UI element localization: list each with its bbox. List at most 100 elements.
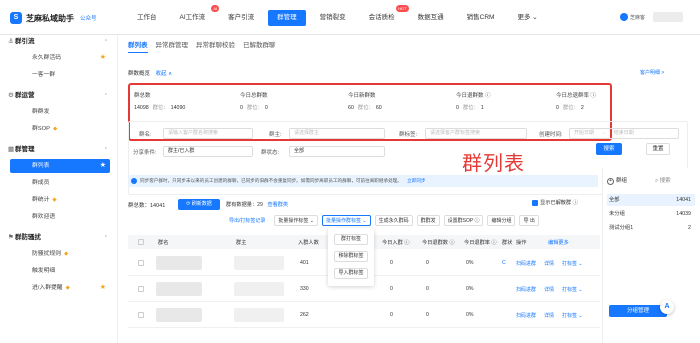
sidebar-group[interactable]: ⚓群引流 ⌃ [0, 35, 118, 49]
row-action-link[interactable]: 打标签 ⌄ [562, 312, 583, 319]
tab[interactable]: 已解散群聊 [243, 39, 276, 53]
row-action-link[interactable]: 详情 [544, 260, 554, 267]
row-action-link[interactable]: 扫码进群 [516, 260, 536, 267]
toolbar-button[interactable]: 批量操作群标签 ⌄ [321, 215, 371, 226]
nav-item[interactable]: 销售CRM [458, 10, 504, 26]
group-list-item[interactable]: 未分组 14039 [607, 208, 695, 220]
dropdown-option[interactable]: 移除群标签 [334, 251, 368, 262]
sidebar-item[interactable]: 群成员 [0, 176, 118, 190]
row-action-link[interactable]: 打标签 ⌄ [562, 286, 583, 293]
sidebar-item[interactable]: 群列表 ★ [10, 159, 110, 173]
group-name-blurred [156, 308, 202, 322]
refresh-data-button[interactable]: ⟳ 刷新数据 [178, 199, 220, 210]
nav-item-label: 数据互通 [417, 14, 444, 21]
row-checkbox[interactable] [138, 312, 144, 318]
group-list-item[interactable]: 全部 14041 [607, 194, 695, 206]
brand-logo[interactable]: S 芝麻私域助手 公众号 [10, 12, 97, 24]
add-group-icon[interactable]: + [607, 178, 614, 185]
sidebar-item[interactable]: 群欢迎语 [0, 210, 118, 224]
group-list-item[interactable]: 测试分组1 2 [607, 222, 695, 234]
nav-item[interactable]: 更多 ⌄ [508, 10, 546, 26]
star-icon[interactable]: ★ [100, 281, 106, 295]
toolbar-button[interactable]: 群群发 [416, 215, 440, 226]
assistant-float-button[interactable]: A [660, 300, 674, 314]
select-all-checkbox[interactable] [138, 239, 144, 245]
member-count: 330 [300, 286, 309, 292]
user-menu[interactable]: 芝麻客 [620, 12, 684, 22]
nav-item-label: 会话质检 [368, 14, 395, 21]
sidebar-item[interactable]: 防骚扰规则 ◆ [0, 247, 118, 261]
toolbar-button[interactable]: 批量操作标签 ⌄ [274, 215, 318, 226]
today-in: 0 [390, 312, 393, 318]
nav-item[interactable]: AI工作流 AI [171, 5, 220, 26]
nav-item[interactable]: 群管理 [268, 10, 306, 26]
brand-tag[interactable]: 公众号 [80, 14, 97, 22]
stat-main-value: 0 [556, 105, 559, 111]
tip-text: 同步客户群时，只同步未以来的员工创建的群聊，已同步的旧群不会重复同步。如需同步离… [140, 178, 402, 183]
row-action-link[interactable]: 详情 [544, 312, 554, 319]
tab[interactable]: 群列表 [128, 39, 148, 53]
sidebar-item-label: 永久群活码 [32, 55, 61, 61]
row-action-link[interactable]: 扫码进群 [516, 312, 536, 319]
sidebar-item[interactable]: 永久群活码 ★ [0, 51, 118, 65]
toolbar-button[interactable]: 设置群SOP ⓘ [443, 215, 484, 226]
sidebar-item[interactable]: 群群发 [0, 105, 118, 119]
search-button[interactable]: 搜索 [596, 143, 622, 155]
sidebar-group[interactable]: ▦群管理 ⌃ [0, 143, 118, 157]
nav-item[interactable]: 工作台 [128, 10, 166, 26]
category-select[interactable]: 群主/已入群 [163, 146, 253, 157]
tab[interactable]: 异常群管理 [156, 39, 189, 53]
row-action-link[interactable]: 详情 [544, 286, 554, 293]
show-dissolved-checkbox[interactable]: 显示已解散群 ⓘ [532, 199, 578, 206]
sidebar-item[interactable]: 进/入群提醒 ◆ ★ [0, 281, 118, 295]
toolbar-button[interactable]: 编辑分组 [487, 215, 516, 226]
reset-button[interactable]: 重置 [646, 143, 670, 155]
sidebar-item[interactable]: 群SOP ◆ [0, 122, 118, 136]
customer-detail-link[interactable]: 客户明细 > [640, 69, 664, 76]
sync-now-link[interactable]: 立即同步 [407, 178, 425, 183]
table-header-cell[interactable]: 编辑更多 [548, 239, 569, 246]
sidebar-group[interactable]: ⚙群运营 ⌃ [0, 89, 118, 103]
group-manage-button[interactable]: 分组管理 [609, 305, 667, 317]
group-panel-header[interactable]: + 群组 [607, 176, 627, 185]
nav-item[interactable]: 营销裂变 [311, 10, 355, 26]
avatar[interactable] [653, 12, 684, 22]
sidebar-item-label: 群列表 [32, 163, 50, 169]
dropdown-option[interactable]: 导入群标签 [334, 268, 368, 279]
nav-item[interactable]: 数据互通 [409, 10, 453, 26]
row-action-link[interactable]: 扫码进群 [516, 286, 536, 293]
tab[interactable]: 异常群聊校验 [196, 39, 235, 53]
star-icon[interactable]: ★ [100, 159, 106, 173]
dropdown-option[interactable]: 群打标签 [334, 234, 368, 245]
group-search[interactable]: ⌕ 搜索 [655, 176, 671, 185]
row-action-link[interactable]: 打标签 ⌄ [562, 260, 583, 267]
star-icon[interactable]: ★ [100, 51, 106, 65]
sidebar-item[interactable]: 一客一群 [0, 68, 118, 82]
nav-item-label: 营销裂变 [319, 14, 346, 21]
premium-icon: ◆ [65, 285, 70, 291]
toolbar-button[interactable]: 导出/打标签记录 [228, 215, 266, 226]
group-list-count: 2 [688, 225, 691, 231]
tag-select[interactable]: 请选择客户群标签搜索 [425, 128, 527, 139]
sidebar-item[interactable]: 触发明细 [0, 264, 118, 278]
nav-item[interactable]: 会话质检 HOT [360, 5, 409, 26]
sidebar-item[interactable]: 群统计 ◆ [0, 193, 118, 207]
nav-item[interactable]: 客户引流 [219, 10, 263, 26]
sidebar-group-label: 群防骚扰 [15, 234, 41, 241]
refresh-label: 刷新数据 [191, 201, 212, 207]
stat-main-value: 0 [240, 105, 243, 111]
table-header-cell: 群名 [158, 240, 169, 246]
row-checkbox[interactable] [138, 286, 144, 292]
view-group-link[interactable]: 查看群类 [267, 202, 288, 208]
owner-select[interactable]: 请选择群主 [289, 128, 385, 139]
status-select[interactable]: 全部 [289, 146, 385, 157]
stat-values: 14098 群位： 14090 [134, 103, 254, 111]
overview-collapse-link[interactable]: 收起 ∧ [156, 71, 173, 77]
group-name-input[interactable]: 请输入客户群名称搜索 [163, 128, 253, 139]
toolbar-button[interactable]: 导 出 [519, 215, 539, 226]
toolbar-button[interactable]: 生成永久群码 [374, 215, 413, 226]
sidebar-group[interactable]: ⚑群防骚扰 ⌃ [0, 231, 118, 245]
row-checkbox[interactable] [138, 260, 144, 266]
created-date-range[interactable]: 开始日期 → 结束日期 [569, 128, 679, 139]
group-owner-blurred [234, 256, 284, 270]
